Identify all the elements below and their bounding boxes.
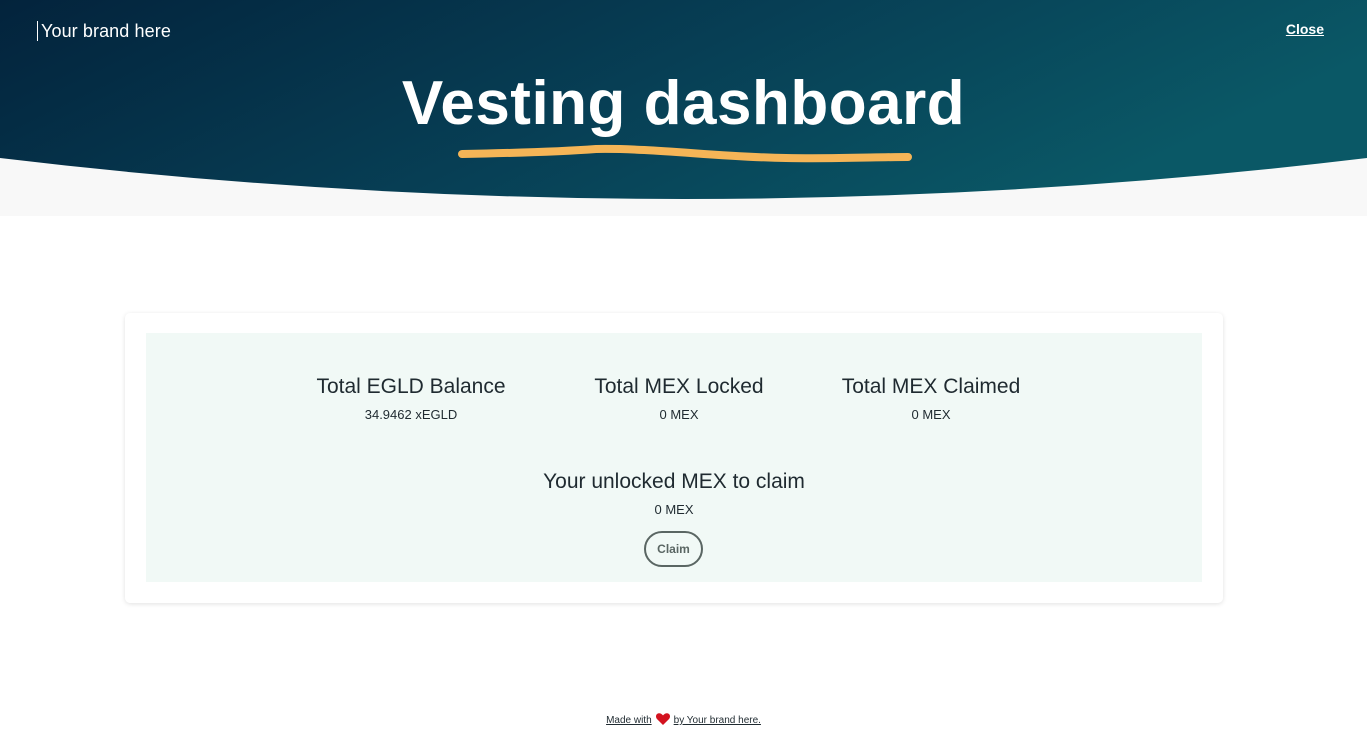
stat-title: Total EGLD Balance (316, 375, 506, 398)
close-link[interactable]: Close (1286, 21, 1324, 37)
footer-made-with-link[interactable]: Made with (606, 715, 652, 726)
stat-value: 0 MEX (911, 407, 951, 422)
heart-icon (655, 713, 670, 731)
stat-total-mex-claimed: Total MEX Claimed 0 MEX (831, 373, 1031, 423)
stat-value: 0 MEX (659, 407, 699, 422)
stat-value: 34.9462 xEGLD (364, 407, 458, 422)
vesting-card: Total EGLD Balance 34.9462 xEGLD Total M… (125, 313, 1223, 603)
stat-title: Your unlocked MEX to claim (543, 470, 805, 493)
footer: Made with by Your brand here. (0, 713, 1367, 731)
stat-total-mex-locked: Total MEX Locked 0 MEX (579, 373, 779, 423)
footer-brand-link[interactable]: by Your brand here. (674, 715, 761, 726)
stat-total-egld-balance: Total EGLD Balance 34.9462 xEGLD (311, 373, 511, 423)
hero-header: Your brand here Close Vesting dashboard (0, 0, 1367, 216)
vesting-panel: Total EGLD Balance 34.9462 xEGLD Total M… (146, 333, 1202, 582)
claim-button[interactable]: Claim (644, 531, 703, 567)
brand-logo[interactable]: Your brand here (37, 21, 171, 41)
page-title: Vesting dashboard (401, 69, 966, 138)
stat-title: Total MEX Locked (594, 375, 764, 398)
title-underline-decoration (458, 144, 912, 163)
stat-title: Total MEX Claimed (841, 375, 1021, 398)
stat-value: 0 MEX (654, 502, 694, 517)
page: Your brand here Close Vesting dashboard … (0, 0, 1367, 744)
stat-unlocked-mex: Your unlocked MEX to claim 0 MEX (524, 468, 824, 518)
